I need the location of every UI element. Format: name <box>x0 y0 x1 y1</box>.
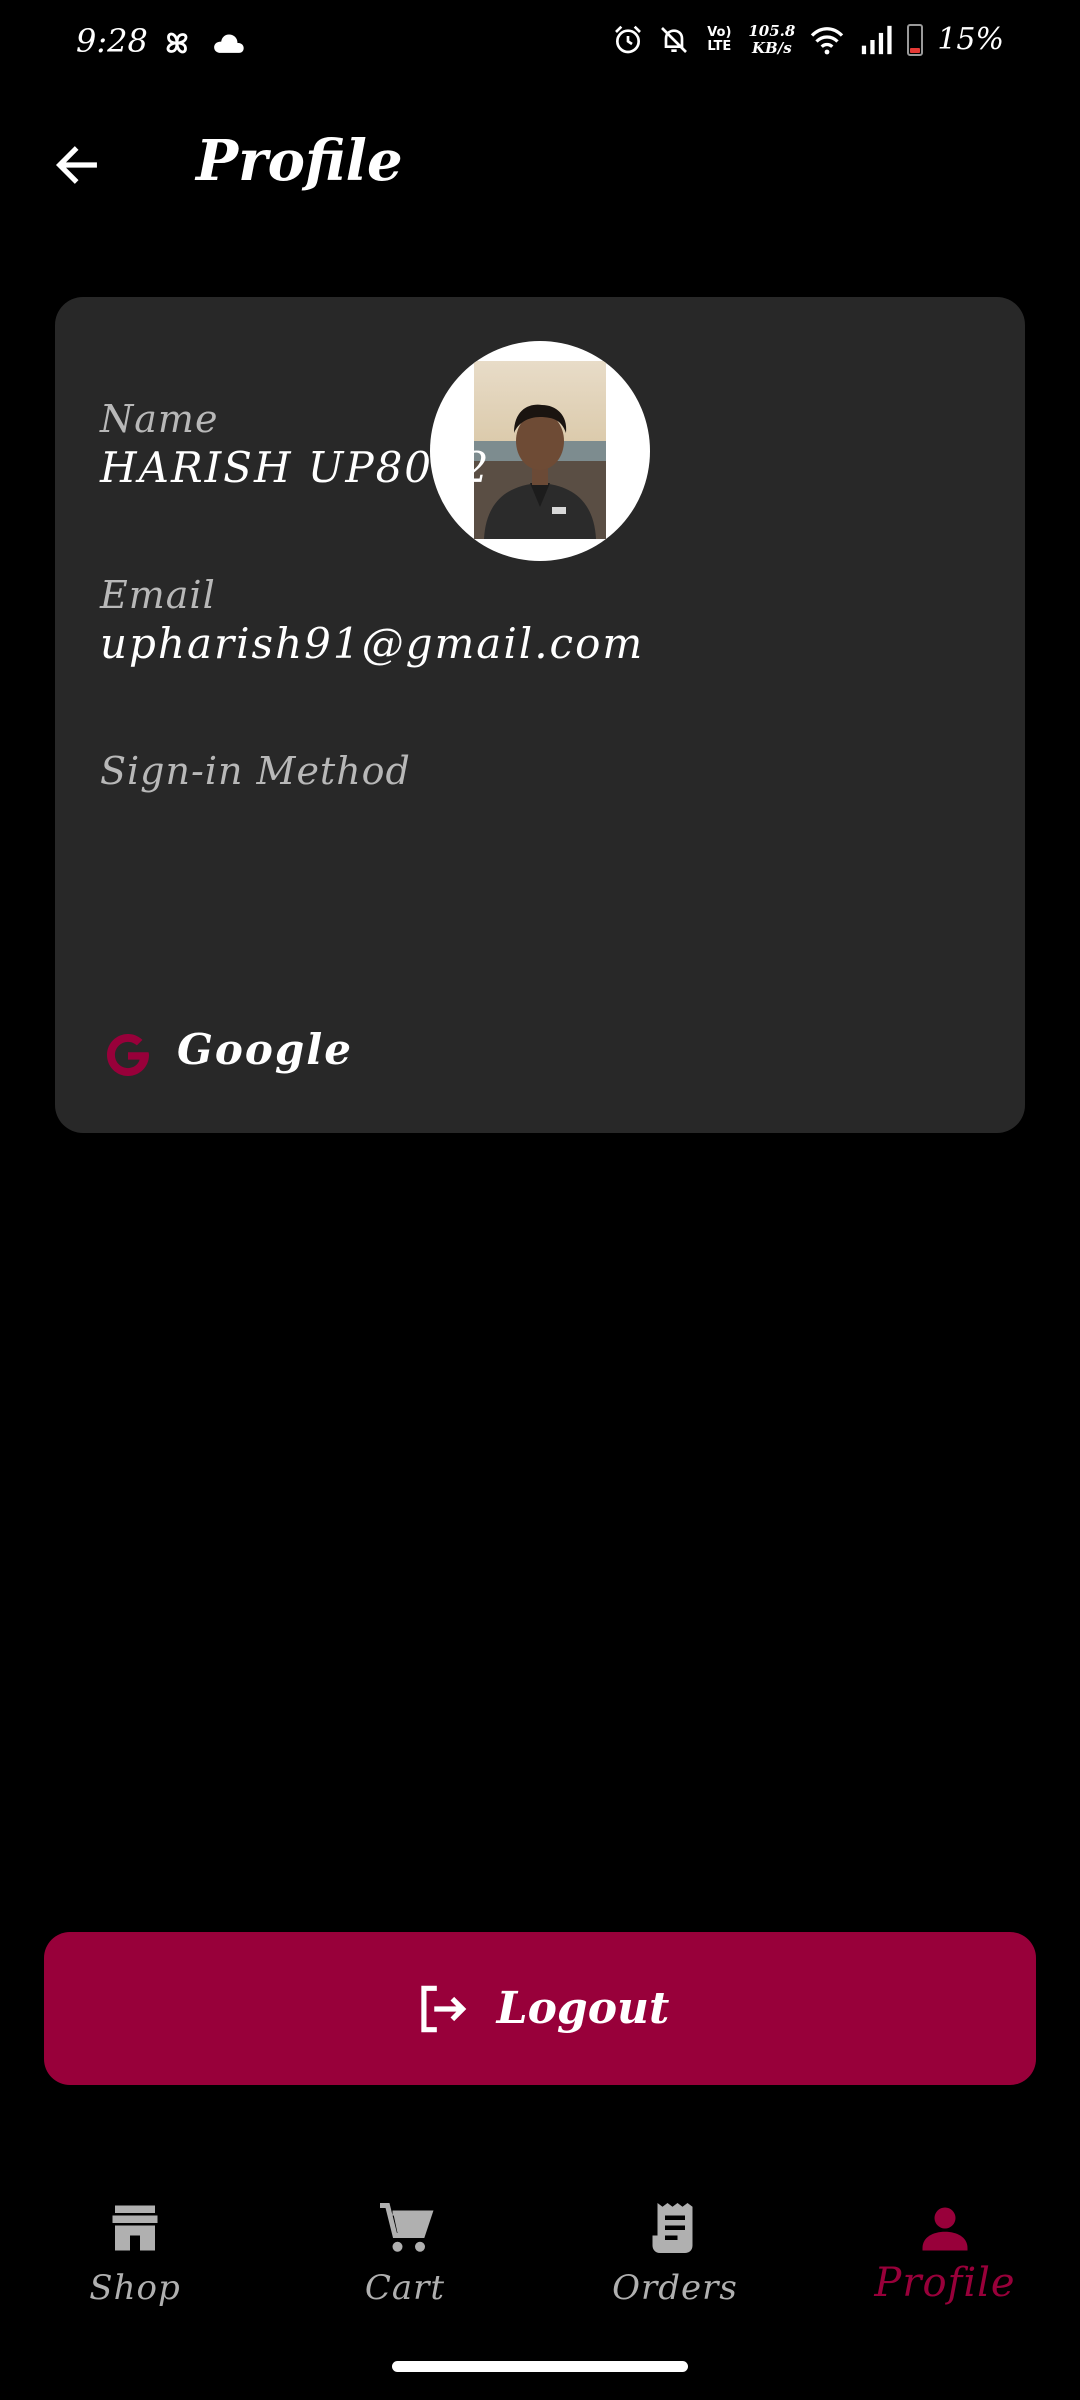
bell-off-icon <box>661 26 688 53</box>
page-title: Profile <box>196 128 403 194</box>
user-photo <box>474 361 606 539</box>
wifi-icon <box>811 26 844 54</box>
status-right-icons: Vo) LTE 105.8 KB/s 15% <box>612 22 1004 57</box>
status-bar: 9:28 Vo) LTE 105.8 KB/s 15% <box>0 0 1080 90</box>
home-indicator[interactable] <box>392 2361 688 2372</box>
nav-item-profile[interactable]: Profile <box>810 2180 1080 2330</box>
logout-icon <box>420 1985 466 2032</box>
nav-label-cart: Cart <box>364 2268 446 2308</box>
nav-item-cart[interactable]: Cart <box>270 2180 540 2330</box>
name-label: Name <box>100 397 219 441</box>
network-speed-value: 105.8 <box>748 21 796 40</box>
cart-icon <box>380 2203 434 2252</box>
receipt-icon <box>652 2203 693 2253</box>
network-speed: 105.8 KB/s <box>748 21 796 57</box>
logout-button[interactable]: Logout <box>44 1932 1036 2085</box>
signin-method-value: Google <box>177 1025 353 1074</box>
email-label: Email <box>100 573 216 617</box>
profile-card: Name HARISH UP8072 Email upharish91@gmai… <box>55 297 1025 1133</box>
cloud-icon <box>214 34 244 53</box>
alarm-icon <box>615 25 642 53</box>
back-button[interactable] <box>42 130 112 200</box>
bottom-nav: Shop Cart Orders Profile <box>0 2180 1080 2330</box>
name-value: HARISH UP8072 <box>100 443 491 492</box>
person-icon <box>922 2207 968 2251</box>
status-left-icons <box>160 26 246 60</box>
network-type: Vo) LTE <box>707 24 732 54</box>
battery-level-fill <box>910 48 921 53</box>
nav-label-orders: Orders <box>612 2268 738 2308</box>
network-speed-unit: KB/s <box>752 38 792 57</box>
store-icon <box>112 2205 158 2251</box>
pinwheel-icon <box>166 32 188 54</box>
nav-label-profile: Profile <box>874 2260 1016 2306</box>
signal-icon <box>862 25 892 54</box>
google-icon <box>107 1034 149 1076</box>
signin-method-label: Sign-in Method <box>100 749 411 793</box>
status-time: 9:28 <box>76 22 148 60</box>
nav-item-orders[interactable]: Orders <box>540 2180 810 2330</box>
battery-icon <box>907 23 924 56</box>
nav-item-shop[interactable]: Shop <box>0 2180 270 2330</box>
email-value: upharish91@gmail.com <box>100 619 645 668</box>
arrow-left-icon <box>55 146 97 184</box>
battery-percent: 15% <box>937 22 1004 57</box>
logout-label: Logout <box>496 1983 670 2034</box>
nav-label-shop: Shop <box>89 2268 181 2308</box>
